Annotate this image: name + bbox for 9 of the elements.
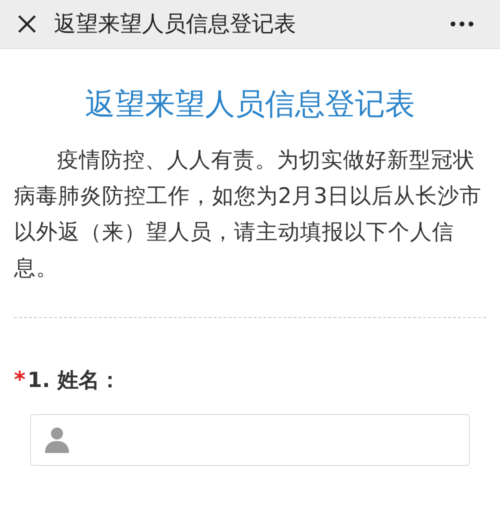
close-icon[interactable] xyxy=(16,13,38,35)
intro-paragraph: 疫情防控、人人有责。为切实做好新型冠状病毒肺炎防控工作，如您为2月3日以后从长沙市以外返（来）望人员，请主动填报以下个人信息。 xyxy=(14,147,482,283)
required-mark: * xyxy=(14,368,26,393)
question-label: 1. 姓名： xyxy=(28,367,120,394)
more-icon[interactable] xyxy=(450,21,474,27)
window-title: 返望来望人员信息登记表 xyxy=(54,11,297,39)
input-field[interactable] xyxy=(30,414,470,466)
form-heading: 返望来望人员信息登记表 xyxy=(84,87,416,123)
person-icon xyxy=(45,427,69,453)
